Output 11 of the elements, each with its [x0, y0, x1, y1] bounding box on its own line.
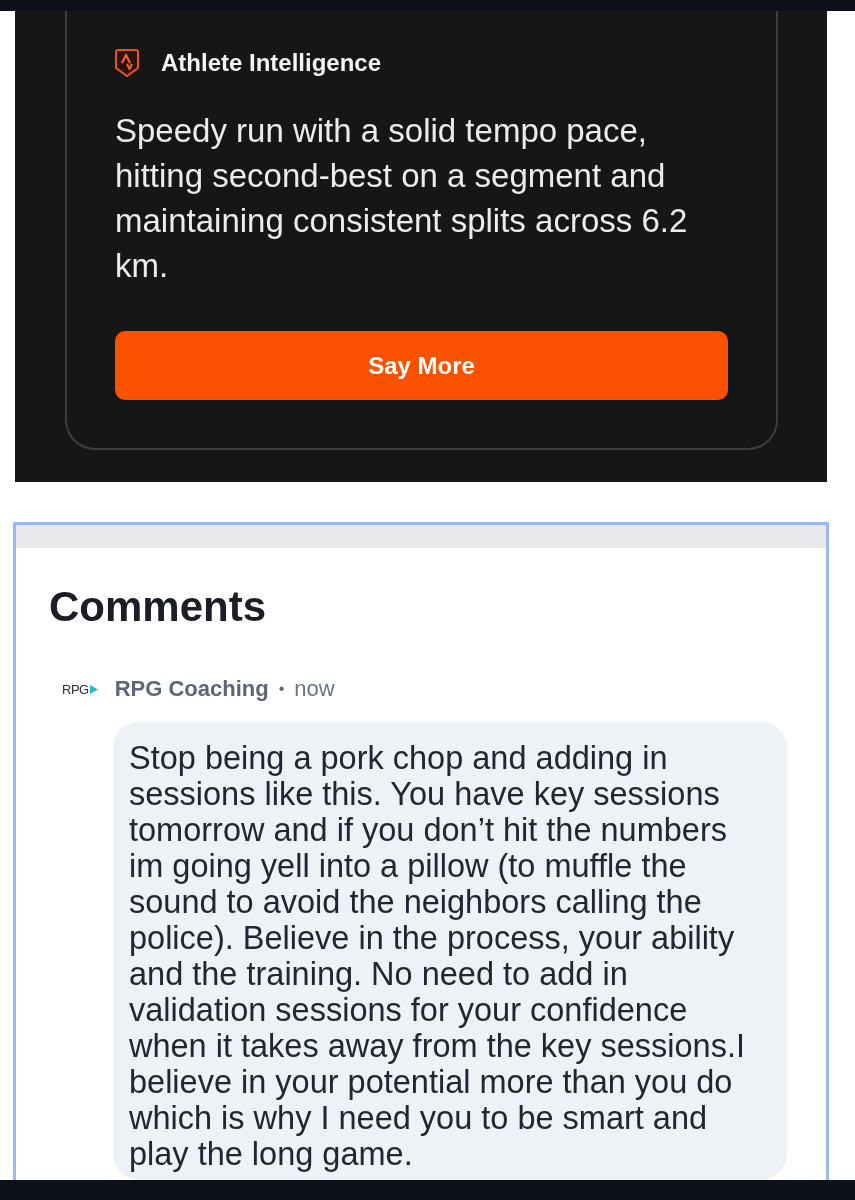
play-triangle-icon — [89, 684, 98, 694]
comment-time: now — [294, 676, 335, 702]
separator-dot: • — [278, 680, 285, 698]
card-title: Athlete Intelligence — [161, 49, 382, 77]
comment-text: Stop being a pork chop and adding in sessions like this. You have key sessions tomorrow and if you don’t hit the numbers im going yell into a pillow (to muffle the sound to avoid the neighbors calling the police). Believe in the process, your ability and the training. No need to add in validation sessions for your confidence when it takes away from the key sessions.I believe in your potential more than you do which is why I need you to be smart and play the long game. — [129, 740, 746, 1172]
summary-text: Speedy run with a solid tempo pace, hitting second-best on a segment and maintaining consistent splits across 6.2 km. — [115, 111, 689, 286]
author-name[interactable]: RPG Coaching — [114, 676, 269, 702]
logo-text: RPG — [62, 681, 89, 697]
comments-heading: Comments — [49, 582, 268, 632]
say-more-button[interactable]: Say More — [115, 331, 728, 400]
shield-icon — [115, 49, 139, 77]
